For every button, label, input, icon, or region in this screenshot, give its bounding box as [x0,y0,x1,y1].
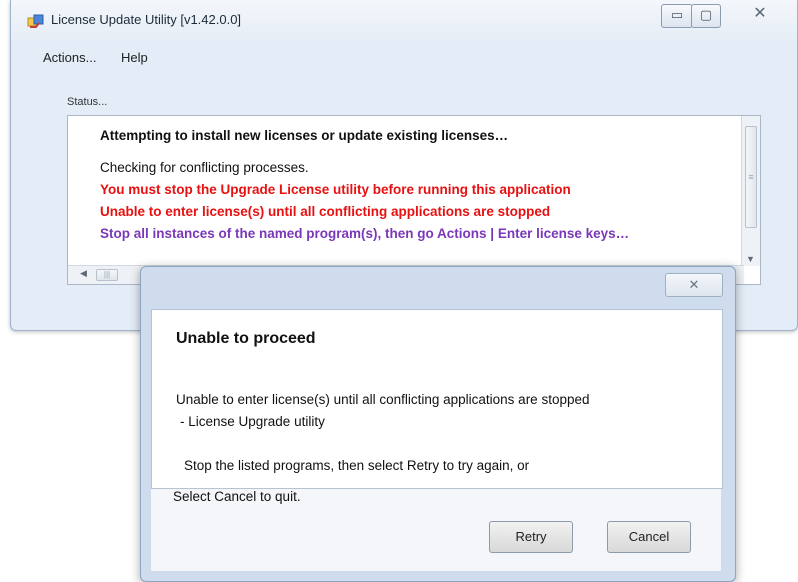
retry-button[interactable]: Retry [489,521,573,553]
dialog-source: - License Upgrade utility [180,414,325,429]
menu-actions[interactable]: Actions... [43,50,96,65]
status-error-line: You must stop the Upgrade License utilit… [100,182,571,197]
menu-help[interactable]: Help [121,50,148,65]
dialog-body: Unable to proceed Unable to enter licens… [151,309,723,489]
close-icon: ✕ [688,277,700,292]
maximize-button[interactable]: ▢ [691,4,721,28]
arrow-left-icon[interactable]: ◀ [80,268,87,279]
cancel-button[interactable]: Cancel [607,521,691,553]
arrow-down-icon[interactable]: ▼ [746,254,755,264]
title-bar: License Update Utility [v1.42.0.0] ▭ ▢ ✕ [11,0,797,40]
window-close-button[interactable]: ✕ [737,4,783,26]
menu-bar: Actions... Help [11,44,797,72]
window-title: License Update Utility [v1.42.0.0] [51,12,242,27]
dialog-close-button[interactable]: ✕ [665,273,723,297]
vertical-scroll-thumb[interactable]: ≡ [745,126,757,228]
dialog-message: Unable to enter license(s) until all con… [176,392,590,407]
minimize-icon: ▭ [670,7,684,22]
dialog-instruction: Stop the listed programs, then select Re… [184,458,530,473]
status-heading: Attempting to install new licenses or up… [100,128,509,143]
dialog-footer: Select Cancel to quit. Retry Cancel [151,489,721,571]
vertical-scrollbar[interactable]: ≡ ▼ [741,116,760,266]
horizontal-scroll-thumb[interactable]: ||| [96,269,118,281]
status-hint-line: Stop all instances of the named program(… [100,226,630,241]
minimize-button[interactable]: ▭ [661,4,693,28]
status-log[interactable]: Attempting to install new licenses or up… [67,115,761,285]
license-app-icon [27,13,45,29]
status-error-line: Unable to enter license(s) until all con… [100,204,551,219]
close-icon: ✕ [753,5,767,22]
error-dialog: ✕ Unable to proceed Unable to enter lice… [140,266,736,582]
status-group-label: Status... [67,96,108,108]
dialog-instruction: Select Cancel to quit. [173,489,301,504]
dialog-heading: Unable to proceed [176,330,316,347]
maximize-icon: ▢ [699,7,713,22]
status-info-line: Checking for conflicting processes. [100,160,309,175]
